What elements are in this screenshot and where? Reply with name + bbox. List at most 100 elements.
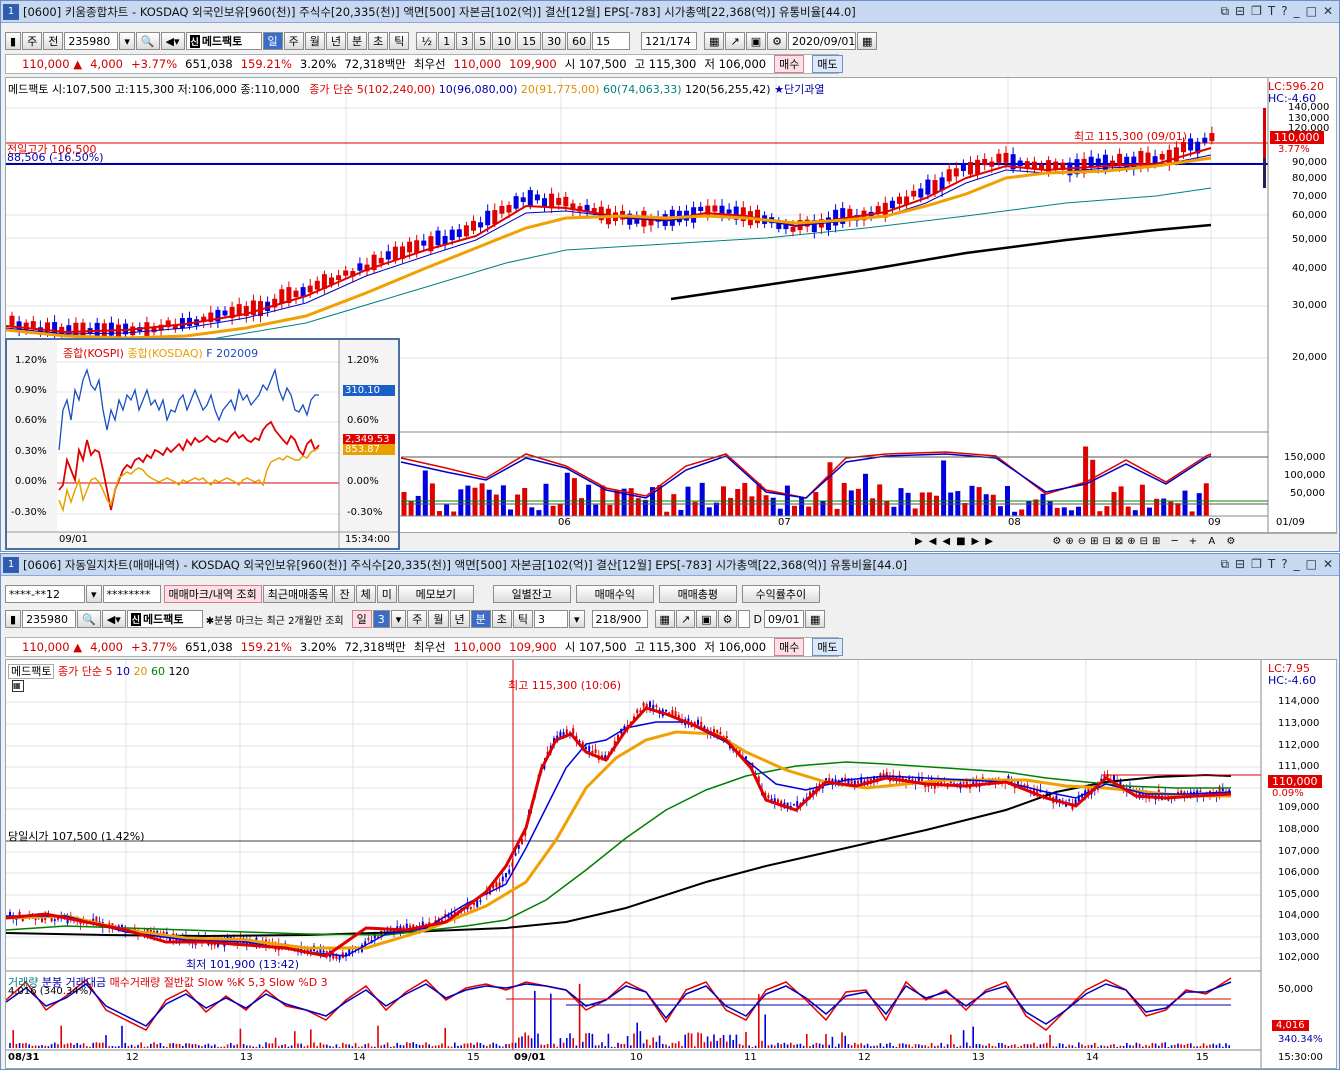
tools-icon[interactable]: ▦	[704, 32, 725, 50]
buy-button[interactable]: 매수	[774, 55, 805, 73]
maximize-icon[interactable]: □	[1306, 4, 1317, 19]
pin-icon[interactable]: ▮	[5, 610, 22, 628]
sound-icon[interactable]: ◀▾	[101, 610, 126, 628]
tab-second[interactable]: 초	[368, 32, 389, 50]
tab-3day[interactable]: 3	[372, 610, 390, 628]
recent-trades-button[interactable]: 최근매매종목	[262, 585, 334, 603]
tab-tick[interactable]: 틱	[389, 32, 410, 50]
daily-balance-button[interactable]: 일별잔고	[492, 585, 571, 603]
volume-bar	[271, 1043, 274, 1048]
copy-icon[interactable]: ⧉	[1220, 4, 1229, 19]
interval-half[interactable]: ½	[416, 32, 438, 50]
minimize-icon[interactable]: _	[1294, 4, 1300, 19]
dropdown-icon[interactable]: ▾	[569, 610, 585, 628]
intraday-chart[interactable]: 메드팩토 종가 단순 5 10 20 60 120 ▦ 최고 115,300 (…	[5, 659, 1337, 1069]
tab-year[interactable]: 년	[325, 32, 347, 50]
gear-icon[interactable]: ⚙	[767, 32, 787, 50]
zoom-icons[interactable]: ⚙⊕⊖⊞⊟⊠⊕⊟⊞ ─ + A ⚙	[1052, 536, 1239, 547]
count-field[interactable]: 218/900	[591, 610, 648, 628]
trade-profit-button[interactable]: 매매수익	[575, 585, 654, 603]
draw-icon[interactable]: ↗	[675, 610, 696, 628]
window-titlebar[interactable]: 1 [0606] 자동일지차트(매매내역) - KOSDAQ 외국인보유[960…	[1, 554, 1339, 576]
volume-bar	[815, 1042, 818, 1048]
calendar-icon[interactable]: ▦	[856, 32, 878, 50]
interval-30[interactable]: 30	[542, 32, 567, 50]
restore-icon[interactable]: ❐	[1251, 557, 1262, 572]
link-icon[interactable]: ⊟	[1235, 4, 1245, 19]
font-icon[interactable]: T	[1268, 557, 1275, 572]
trade-mark-button[interactable]: 매매마크/내역 조회	[163, 585, 262, 603]
interval-5[interactable]: 5	[474, 32, 492, 50]
table-icon[interactable]: ▦	[12, 680, 24, 692]
tab-minute[interactable]: 분	[347, 32, 368, 50]
dropdown-icon[interactable]: ▾	[86, 585, 102, 603]
sell-button[interactable]: 매도	[812, 55, 843, 73]
period-prev[interactable]: 전	[43, 32, 64, 50]
save-icon[interactable]: ▣	[696, 610, 717, 628]
chart-scroll-controls[interactable]: ▶◀◀■▶▶ ⚙⊕⊖⊞⊟⊠⊕⊟⊞ ─ + A ⚙	[911, 533, 1337, 549]
stock-name[interactable]: 신 메드팩토	[185, 32, 262, 50]
balance-button[interactable]: 잔	[334, 585, 355, 603]
return-trend-button[interactable]: 수익률추이	[741, 585, 820, 603]
help-icon[interactable]: ?	[1281, 4, 1287, 19]
tab-day[interactable]: 일	[351, 610, 372, 628]
draw-icon[interactable]: ↗	[725, 32, 745, 50]
period-week[interactable]: 주	[22, 32, 43, 50]
buy-button[interactable]: 매수	[774, 638, 805, 656]
interval-3[interactable]: 3	[456, 32, 474, 50]
date-field[interactable]: 2020/09/01	[787, 32, 856, 50]
account-select[interactable]: ****-**12	[5, 585, 85, 603]
help-icon[interactable]: ?	[1281, 557, 1287, 572]
sell-button[interactable]: 매도	[812, 638, 843, 656]
count-field[interactable]: 121/174	[641, 32, 698, 50]
candle-body	[556, 197, 562, 205]
gear-icon[interactable]: ⚙	[717, 610, 738, 628]
market-index-panel[interactable]: 종합(KOSPI) 종합(KOSDAQ) F 202009 1.20% 0.90…	[5, 338, 400, 550]
font-icon[interactable]: T	[1268, 4, 1275, 19]
interval-15[interactable]: 15	[517, 32, 542, 50]
nav-icons[interactable]: ▶◀◀■▶▶	[915, 536, 999, 547]
interval-1[interactable]: 1	[438, 32, 456, 50]
maximize-icon[interactable]: □	[1306, 557, 1317, 572]
tab-minute[interactable]: 분	[470, 610, 491, 628]
tab-second[interactable]: 초	[491, 610, 512, 628]
tools-icon[interactable]: ▦	[654, 610, 675, 628]
interval-select[interactable]: 15	[592, 32, 631, 50]
memo-button[interactable]: 메모보기	[397, 585, 474, 603]
tab-month[interactable]: 월	[304, 32, 325, 50]
save-icon[interactable]: ▣	[745, 32, 767, 50]
calendar-icon[interactable]: ▦	[804, 610, 826, 628]
trade-summary-button[interactable]: 매매총평	[658, 585, 737, 603]
volume-bar	[777, 1042, 779, 1048]
tab-day[interactable]: 일	[262, 32, 283, 50]
code-input[interactable]: 235980	[64, 32, 119, 50]
copy-icon[interactable]: ⧉	[1220, 557, 1229, 572]
tab-tick[interactable]: 틱	[512, 610, 534, 628]
dropdown-icon[interactable]: ▾	[390, 610, 407, 628]
tab-week[interactable]: 주	[407, 610, 428, 628]
restore-icon[interactable]: ❐	[1251, 4, 1262, 19]
search-icon[interactable]: 🔍	[77, 610, 101, 628]
unfilled-button[interactable]: 미	[376, 585, 397, 603]
search-icon[interactable]: 🔍	[135, 32, 160, 50]
tab-week[interactable]: 주	[283, 32, 304, 50]
tab-year[interactable]: 년	[449, 610, 470, 628]
link-icon[interactable]: ⊟	[1235, 557, 1245, 572]
date-checkbox[interactable]	[738, 610, 751, 628]
password-field[interactable]: ********	[102, 585, 161, 603]
date-field[interactable]: 09/01	[763, 610, 804, 628]
interval-10[interactable]: 10	[492, 32, 517, 50]
minimize-icon[interactable]: _	[1294, 557, 1300, 572]
stock-name[interactable]: 신 메드팩토	[126, 610, 203, 628]
interval-select[interactable]: 3	[534, 610, 569, 628]
close-icon[interactable]: ✕	[1323, 4, 1333, 19]
interval-60[interactable]: 60	[567, 32, 592, 50]
close-icon[interactable]: ✕	[1323, 557, 1333, 572]
pin-icon[interactable]: ▮	[5, 32, 22, 50]
sound-icon[interactable]: ◀▾	[160, 32, 185, 50]
dropdown-icon[interactable]: ▾	[119, 32, 135, 50]
code-input[interactable]: 235980	[22, 610, 77, 628]
tab-month[interactable]: 월	[428, 610, 449, 628]
filled-button[interactable]: 체	[355, 585, 376, 603]
window-titlebar[interactable]: 1 [0600] 키움종합차트 - KOSDAQ 외국인보유[960(천)] 주…	[1, 1, 1339, 23]
